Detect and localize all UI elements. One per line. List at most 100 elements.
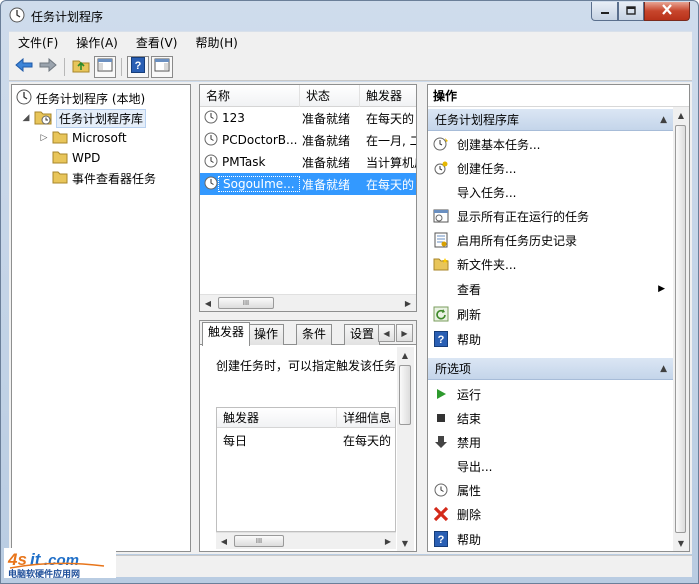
task-list[interactable]: 名称 状态 触发器 123 准备就绪 在每天的 PCDoctorB... 准备就… bbox=[199, 84, 417, 312]
column-trigger[interactable]: 触发器 bbox=[360, 85, 416, 107]
tree-item-wpd[interactable]: WPD bbox=[52, 148, 100, 168]
show-tree-button[interactable] bbox=[94, 55, 116, 78]
scroll-down-icon[interactable]: ▼ bbox=[673, 535, 689, 551]
tree-root[interactable]: 任务计划程序 (本地) bbox=[16, 88, 145, 108]
scroll-thumb[interactable]: III bbox=[218, 297, 274, 309]
details-vertical-scrollbar[interactable]: ▲ ▼ bbox=[397, 347, 414, 551]
scroll-left-icon[interactable]: ◀ bbox=[216, 533, 232, 549]
action-run[interactable]: 运行 bbox=[428, 382, 673, 406]
tree-item-microsoft[interactable]: ▷ Microsoft bbox=[38, 128, 127, 148]
task-status: 准备就绪 bbox=[302, 155, 351, 170]
blank-icon bbox=[433, 184, 449, 200]
tab-settings[interactable]: 设置 bbox=[344, 324, 381, 345]
menu-help[interactable]: 帮助(H) bbox=[186, 33, 246, 53]
collapse-caret-icon[interactable]: ▲ bbox=[660, 358, 667, 380]
close-icon bbox=[661, 4, 673, 18]
task-list-horizontal-scrollbar[interactable]: ◀ III ▶ bbox=[200, 294, 416, 311]
action-label: 结束 bbox=[457, 411, 482, 426]
create-task-icon bbox=[433, 160, 449, 176]
actions-vertical-scrollbar[interactable]: ▲ ▼ bbox=[673, 107, 689, 551]
action-label: 导出... bbox=[457, 459, 493, 474]
menu-view[interactable]: 查看(V) bbox=[127, 33, 187, 53]
scroll-left-icon[interactable]: ◀ bbox=[200, 295, 216, 311]
table-row[interactable]: 123 准备就绪 在每天的 bbox=[200, 107, 416, 129]
forward-button[interactable] bbox=[37, 56, 59, 78]
action-enable-history[interactable]: 启用所有任务历史记录 bbox=[428, 228, 673, 252]
column-name[interactable]: 名称 bbox=[200, 85, 300, 107]
history-icon bbox=[433, 232, 449, 248]
column-detail[interactable]: 详细信息 bbox=[337, 408, 395, 428]
action-delete[interactable]: 删除 bbox=[428, 502, 673, 526]
show-action-pane-button[interactable] bbox=[151, 55, 173, 78]
section-header-library[interactable]: 任务计划程序库 ▲ bbox=[428, 109, 673, 131]
action-create-basic-task[interactable]: 创建基本任务... bbox=[428, 132, 673, 156]
tab-scroll-left-icon[interactable]: ◀ bbox=[378, 324, 395, 342]
menu-file[interactable]: 文件(F) bbox=[9, 33, 67, 53]
menu-action[interactable]: 操作(A) bbox=[67, 33, 127, 53]
scroll-thumb[interactable]: III bbox=[234, 535, 284, 547]
action-export[interactable]: 导出... bbox=[428, 454, 673, 478]
action-disable[interactable]: 禁用 bbox=[428, 430, 673, 454]
table-row-selected[interactable]: SogouIme... 准备就绪 在每天的 bbox=[200, 173, 416, 195]
maximize-button[interactable] bbox=[618, 2, 644, 21]
scroll-right-icon[interactable]: ▶ bbox=[400, 295, 416, 311]
action-end[interactable]: 结束 bbox=[428, 406, 673, 430]
action-create-task[interactable]: 创建任务... bbox=[428, 156, 673, 180]
tree-library[interactable]: ◢ 任务计划程序库 bbox=[20, 108, 147, 128]
section-header-selected[interactable]: 所选项 ▲ bbox=[428, 358, 673, 380]
folder-clock-icon bbox=[34, 109, 52, 128]
tab-actions[interactable]: 操作 bbox=[248, 324, 285, 345]
action-refresh[interactable]: 刷新 bbox=[428, 302, 673, 326]
column-status[interactable]: 状态 bbox=[300, 85, 360, 107]
task-name: SogouIme... bbox=[218, 176, 300, 192]
collapse-caret-icon[interactable]: ▲ bbox=[660, 109, 667, 131]
window-title: 任务计划程序 bbox=[31, 10, 104, 24]
trigger-table[interactable]: 触发器 详细信息 每日 在每天的 bbox=[216, 407, 396, 532]
tree-root-label: 任务计划程序 (本地) bbox=[36, 91, 146, 106]
tab-scroll-right-icon[interactable]: ▶ bbox=[396, 324, 413, 342]
trigger-detail: 在每天的 bbox=[343, 433, 392, 448]
trigger-table-horizontal-scrollbar[interactable]: ◀ III ▶ bbox=[216, 532, 396, 549]
action-label: 属性 bbox=[457, 483, 482, 498]
task-trigger: 在一月, 二 bbox=[366, 133, 416, 148]
action-new-folder[interactable]: 新文件夹... bbox=[428, 252, 673, 276]
minimize-button[interactable] bbox=[591, 2, 618, 21]
action-help-selected[interactable]: ? 帮助 bbox=[428, 527, 673, 551]
up-folder-button[interactable] bbox=[70, 56, 92, 78]
task-trigger: 在每天的 bbox=[366, 111, 415, 126]
trigger-type: 每日 bbox=[223, 433, 248, 448]
task-clock-icon bbox=[204, 110, 218, 127]
scroll-thumb[interactable] bbox=[675, 125, 686, 533]
scroll-thumb[interactable] bbox=[399, 365, 411, 425]
title-bar[interactable]: 任务计划程序 bbox=[1, 1, 698, 29]
table-row[interactable]: PCDoctorB... 准备就绪 在一月, 二 bbox=[200, 129, 416, 151]
scroll-up-icon[interactable]: ▲ bbox=[673, 107, 689, 123]
task-name: PMTask bbox=[222, 155, 266, 169]
task-status: 准备就绪 bbox=[302, 111, 351, 126]
console-tree[interactable]: 任务计划程序 (本地) ◢ 任务计划程序库 ▷ Microsoft WPD 事件… bbox=[11, 84, 191, 552]
expand-icon[interactable]: ▷ bbox=[38, 132, 50, 144]
task-name: 123 bbox=[222, 111, 245, 125]
scroll-up-icon[interactable]: ▲ bbox=[397, 347, 413, 363]
collapse-icon[interactable]: ◢ bbox=[20, 112, 32, 124]
action-label: 删除 bbox=[457, 507, 482, 522]
action-show-running-tasks[interactable]: 显示所有正在运行的任务 bbox=[428, 204, 673, 228]
scroll-right-icon[interactable]: ▶ bbox=[380, 533, 396, 549]
table-row[interactable]: 每日 在每天的 bbox=[217, 430, 395, 450]
tree-item-event-viewer[interactable]: 事件查看器任务 bbox=[52, 168, 156, 188]
column-trigger[interactable]: 触发器 bbox=[217, 408, 337, 428]
action-pane-icon bbox=[154, 58, 170, 75]
action-help[interactable]: ? 帮助 bbox=[428, 327, 673, 351]
action-properties[interactable]: 属性 bbox=[428, 478, 673, 502]
help-button[interactable]: ? bbox=[127, 55, 149, 78]
tab-conditions[interactable]: 条件 bbox=[296, 324, 333, 345]
table-row[interactable]: PMTask 准备就绪 当计算机启 bbox=[200, 151, 416, 173]
action-import-task[interactable]: 导入任务... bbox=[428, 180, 673, 204]
back-button[interactable] bbox=[13, 56, 35, 78]
scroll-down-icon[interactable]: ▼ bbox=[397, 535, 413, 551]
close-button[interactable] bbox=[644, 2, 690, 21]
folder-icon bbox=[52, 150, 68, 167]
action-view[interactable]: 查看 ▶ bbox=[428, 277, 673, 301]
tab-triggers[interactable]: 触发器 bbox=[202, 322, 251, 346]
folder-up-icon bbox=[72, 57, 90, 76]
